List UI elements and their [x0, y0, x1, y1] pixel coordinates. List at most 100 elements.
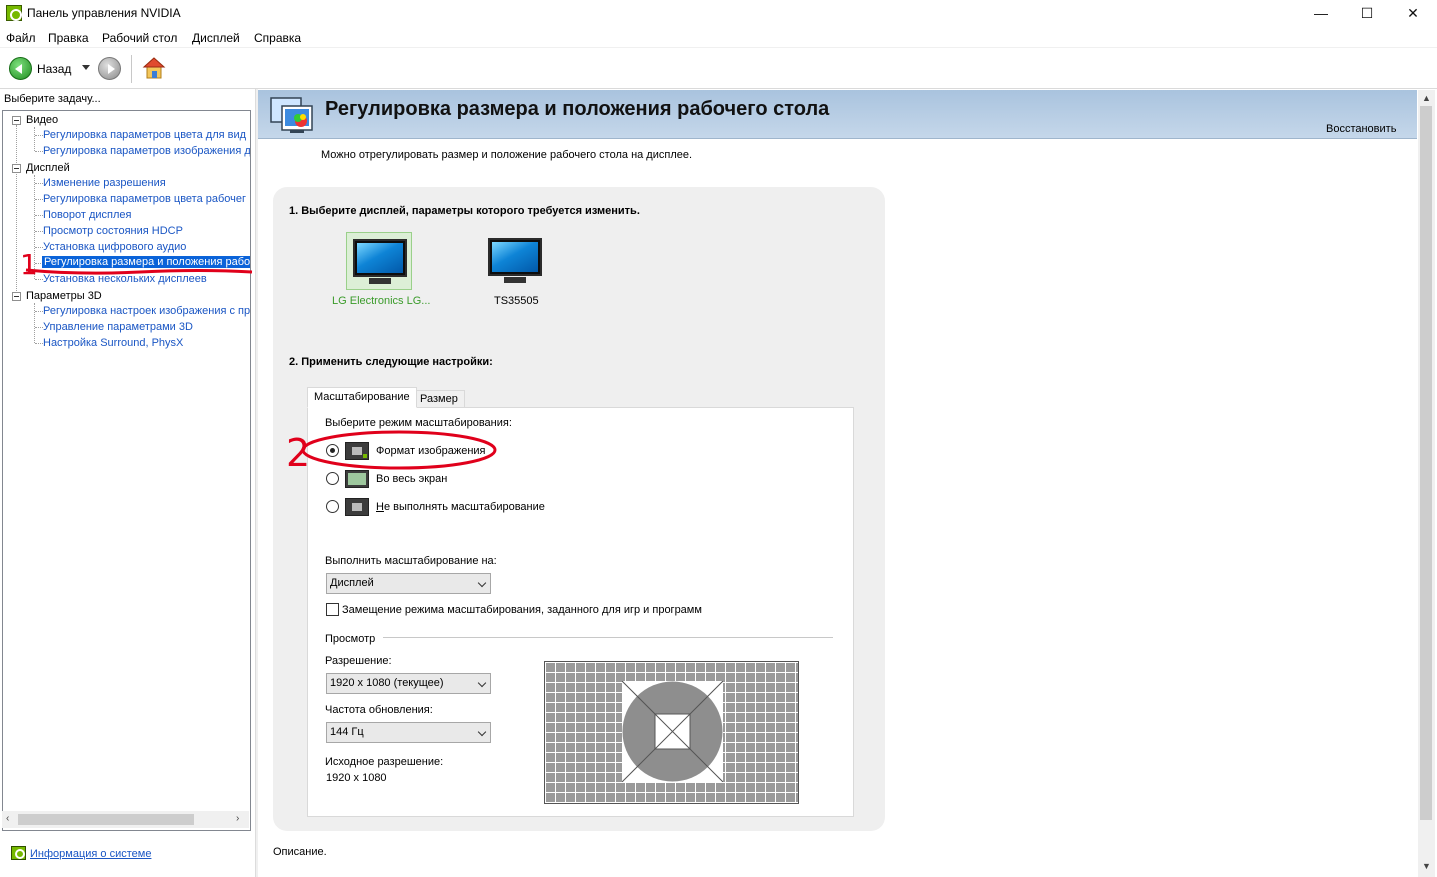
- tree-item-manage-3d[interactable]: Управление параметрами 3D: [43, 321, 193, 333]
- scaling-aspect-label[interactable]: Формат изображения: [376, 445, 486, 457]
- scaling-none-label[interactable]: Не выполнять масштабирование: [376, 501, 545, 513]
- scaling-none-radio[interactable]: [326, 500, 339, 513]
- back-button-label[interactable]: Назад: [37, 62, 71, 76]
- tree-connector: [35, 135, 43, 136]
- scaling-preview-pattern: [622, 681, 723, 782]
- tree-connector: [34, 303, 35, 343]
- task-prompt: Выберите задачу...: [4, 93, 101, 105]
- step2-title: 2. Применить следующие настройки:: [289, 356, 493, 368]
- forward-arrow-icon[interactable]: [98, 57, 121, 80]
- tree-item-desktop-size-position[interactable]: Регулировка размера и положения рабо: [42, 256, 250, 268]
- refresh-rate-label: Частота обновления:: [325, 704, 433, 716]
- preview-group-divider: [383, 637, 833, 638]
- tree-item-video-color[interactable]: Регулировка параметров цвета для вид: [43, 129, 246, 141]
- menu-help[interactable]: Справка: [254, 31, 301, 45]
- home-icon[interactable]: [142, 56, 166, 80]
- tree-category-display[interactable]: Дисплей: [26, 162, 70, 174]
- back-arrow-icon[interactable]: [9, 57, 32, 80]
- chevron-down-icon: [477, 678, 487, 688]
- collapse-3d-icon[interactable]: [12, 292, 21, 301]
- no-scaling-icon: [345, 498, 369, 516]
- tree-item-rotate-display[interactable]: Поворот дисплея: [43, 209, 131, 221]
- tree-connector: [35, 199, 43, 200]
- minimize-button[interactable]: —: [1298, 0, 1344, 28]
- tree-item-3d-image-preview[interactable]: Регулировка настроек изображения с пр: [43, 305, 250, 317]
- tab-scaling[interactable]: Масштабирование: [307, 387, 417, 408]
- tree-connector: [34, 127, 35, 151]
- scroll-down-icon[interactable]: ▼: [1422, 861, 1431, 871]
- monitor-icon: [488, 238, 542, 276]
- scrollbar-thumb[interactable]: [18, 814, 194, 825]
- title-bar: Панель управления NVIDIA — ☐ ✕: [0, 0, 1437, 28]
- tree-connector: [35, 279, 43, 280]
- preview-group-label: Просмотр: [325, 633, 376, 645]
- resolution-label: Разрешение:: [325, 655, 392, 667]
- menu-edit[interactable]: Правка: [48, 31, 89, 45]
- menu-desktop[interactable]: Рабочий стол: [102, 31, 177, 45]
- collapse-display-icon[interactable]: [12, 164, 21, 173]
- refresh-rate-select[interactable]: 144 Гц: [326, 722, 491, 743]
- tree-connector: [16, 125, 17, 299]
- menu-display[interactable]: Дисплей: [192, 31, 240, 45]
- page-title: Регулировка размера и положения рабочего…: [325, 98, 830, 120]
- tree-item-change-resolution[interactable]: Изменение разрешения: [43, 177, 166, 189]
- native-resolution-value: 1920 x 1080: [326, 772, 387, 784]
- window-title: Панель управления NVIDIA: [27, 6, 181, 20]
- history-dropdown-icon[interactable]: [82, 65, 90, 70]
- tree-connector: [35, 151, 43, 152]
- scaling-fullscreen-radio[interactable]: [326, 472, 339, 485]
- tree-connector: [35, 183, 43, 184]
- content-vertical-scrollbar[interactable]: ▲ ▼: [1418, 90, 1435, 877]
- monitor-stand: [369, 278, 391, 284]
- scroll-right-icon[interactable]: ›: [236, 813, 239, 824]
- tree-connector: [35, 247, 43, 248]
- step1-title: 1. Выберите дисплей, параметры которого …: [289, 205, 640, 217]
- tree-connector: [35, 311, 43, 312]
- scroll-left-icon[interactable]: ‹: [6, 813, 9, 824]
- close-button[interactable]: ✕: [1390, 0, 1436, 28]
- display-ts35505-label[interactable]: TS35505: [494, 295, 539, 307]
- fullscreen-icon: [345, 470, 369, 488]
- page-description: Можно отрегулировать размер и положение …: [321, 149, 693, 161]
- collapse-video-icon[interactable]: [12, 116, 21, 125]
- menu-file[interactable]: Файл: [6, 31, 36, 45]
- system-info-icon[interactable]: [11, 846, 26, 860]
- restore-defaults-link[interactable]: Восстановить: [1326, 123, 1396, 135]
- tree-item-desktop-color[interactable]: Регулировка параметров цвета рабочег: [43, 193, 246, 205]
- display-lg-label[interactable]: LG Electronics LG...: [332, 295, 430, 307]
- monitor-icon: [353, 239, 407, 277]
- resolution-select[interactable]: 1920 x 1080 (текущее): [326, 673, 491, 694]
- scaling-aspect-radio[interactable]: [326, 444, 339, 457]
- pane-splitter[interactable]: [255, 89, 258, 877]
- toolbar: Назад: [0, 49, 1437, 89]
- tree-category-3d[interactable]: Параметры 3D: [26, 290, 102, 302]
- menu-bar: Файл Правка Рабочий стол Дисплей Справка: [0, 28, 1437, 48]
- tree-item-video-image[interactable]: Регулировка параметров изображения д: [43, 145, 250, 157]
- nvidia-app-icon: [6, 5, 22, 21]
- tree-horizontal-scrollbar[interactable]: ‹ ›: [2, 811, 249, 828]
- perform-scaling-on-label: Выполнить масштабирование на:: [325, 555, 497, 567]
- tab-size[interactable]: Размер: [413, 390, 465, 408]
- tree-category-video[interactable]: Видео: [26, 114, 58, 126]
- display-lg-selector[interactable]: [346, 232, 412, 290]
- monitor-stand: [504, 277, 526, 283]
- toolbar-separator: [131, 55, 132, 83]
- system-info-link[interactable]: Информация о системе: [30, 848, 151, 860]
- native-resolution-label: Исходное разрешение:: [325, 756, 444, 768]
- override-scaling-label[interactable]: Замещение режима масштабирования, заданн…: [342, 604, 702, 616]
- perform-scaling-on-select[interactable]: Дисплей: [326, 573, 491, 594]
- tree-item-digital-audio[interactable]: Установка цифрового аудио: [43, 241, 186, 253]
- scrollbar-thumb[interactable]: [1420, 106, 1432, 820]
- scaling-fullscreen-label[interactable]: Во весь экран: [376, 473, 447, 485]
- scaling-mode-label: Выберите режим масштабирования:: [325, 417, 512, 429]
- tree-connector: [35, 327, 43, 328]
- maximize-button[interactable]: ☐: [1344, 0, 1390, 28]
- override-scaling-checkbox[interactable]: [326, 603, 339, 616]
- tree-item-surround-physx[interactable]: Настройка Surround, PhysX: [43, 337, 183, 349]
- refresh-rate-value: 144 Гц: [330, 726, 364, 738]
- scroll-up-icon[interactable]: ▲: [1422, 93, 1431, 103]
- display-ts35505-selector[interactable]: [482, 232, 548, 290]
- description-footer: Описание.: [273, 846, 327, 858]
- tree-item-multiple-displays[interactable]: Установка нескольких дисплеев: [43, 273, 207, 285]
- tree-item-hdcp-status[interactable]: Просмотр состояния HDCP: [43, 225, 183, 237]
